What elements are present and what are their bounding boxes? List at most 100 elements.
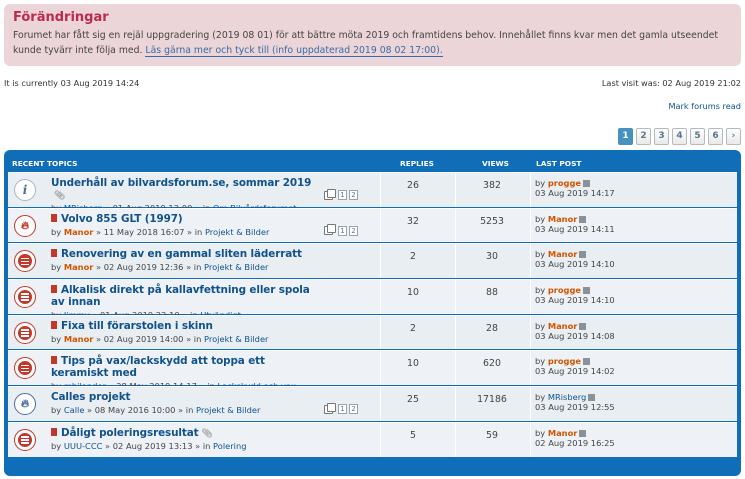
last-post-author-link[interactable]: Manor bbox=[548, 321, 578, 331]
topic-byline: by UUU-CCC » 02 Aug 2019 13:13 » in Pole… bbox=[51, 441, 316, 451]
goto-last-post-icon[interactable] bbox=[579, 322, 587, 330]
topic-author-link[interactable]: Calle bbox=[64, 405, 85, 415]
hot-topic-read-icon: 🔥︎ bbox=[14, 393, 36, 416]
topic-meta: » 02 Aug 2019 14:00 » in bbox=[93, 333, 204, 344]
last-post-info: by progge 03 Aug 2019 14:10 bbox=[535, 285, 615, 305]
recent-topics-table: RECENT TOPICS REPLIES VIEWS LAST POST i U… bbox=[4, 150, 741, 476]
new-post-icon bbox=[51, 213, 57, 222]
last-post-info: by MRisberg 03 Aug 2019 12:55 bbox=[535, 392, 615, 412]
topic-title[interactable]: Alkalisk direkt på kallavfettning eller … bbox=[51, 284, 316, 308]
topic-row: Tips på vax/lackskydd att toppa ett kera… bbox=[8, 350, 737, 391]
topic-title[interactable]: Fixa till förarstolen i skinn bbox=[51, 320, 316, 332]
last-post-author-link[interactable]: progge bbox=[548, 178, 581, 188]
topic-row: Fixa till förarstolen i skinn by Manor » … bbox=[8, 314, 737, 350]
last-post-author-link[interactable]: Manor bbox=[548, 428, 578, 438]
goto-last-post-icon[interactable] bbox=[583, 358, 591, 366]
replies-count: 25 bbox=[407, 394, 419, 406]
last-post-date: 03 Aug 2019 14:17 bbox=[535, 188, 615, 198]
topic-page-2-link[interactable]: 2 bbox=[349, 190, 358, 200]
replies-count: 26 bbox=[407, 180, 419, 191]
header-views[interactable]: VIEWS bbox=[482, 159, 509, 168]
page-5-button[interactable]: 5 bbox=[690, 128, 705, 145]
topic-title[interactable]: Renovering av en gammal sliten läderratt bbox=[51, 248, 316, 260]
page-6-button[interactable]: 6 bbox=[708, 128, 723, 145]
last-post-date: 02 Aug 2019 16:25 bbox=[535, 437, 615, 448]
goto-last-post-icon[interactable] bbox=[583, 180, 591, 187]
last-post-author-link[interactable]: Manor bbox=[548, 249, 578, 259]
page-2-button[interactable]: 2 bbox=[636, 128, 651, 145]
header-last-post[interactable]: LAST POST bbox=[536, 159, 581, 168]
last-post-by: by bbox=[535, 427, 546, 438]
last-post-info: by progge 03 Aug 2019 14:17 bbox=[535, 178, 615, 198]
topic-meta: » 02 Aug 2019 13:13 » in bbox=[102, 440, 214, 451]
unread-topic-icon bbox=[14, 428, 36, 451]
topic-info: Renovering av en gammal sliten läderratt… bbox=[51, 248, 316, 272]
byline-by: by bbox=[51, 262, 62, 273]
byline-by: by bbox=[51, 226, 62, 237]
views-count: 30 bbox=[486, 251, 498, 263]
new-post-icon bbox=[51, 356, 57, 365]
unread-topic-icon bbox=[14, 286, 36, 309]
topic-title-text[interactable]: Alkalisk direkt på kallavfettning eller … bbox=[51, 284, 310, 308]
next-page-button[interactable]: › bbox=[726, 128, 741, 145]
mark-forums-read-link[interactable]: Mark forums read bbox=[668, 101, 741, 111]
page-3-button[interactable]: 3 bbox=[654, 128, 669, 145]
topic-page-1-link[interactable]: 1 bbox=[338, 190, 347, 200]
goto-last-post-icon[interactable] bbox=[588, 394, 596, 402]
views-count: 28 bbox=[486, 322, 498, 334]
last-post-author-link[interactable]: progge bbox=[548, 285, 581, 295]
last-post-date: 03 Aug 2019 12:55 bbox=[535, 402, 615, 413]
topic-forum-link[interactable]: Projekt & Bilder bbox=[205, 227, 269, 237]
header-replies[interactable]: REPLIES bbox=[400, 159, 434, 168]
page-4-button[interactable]: 4 bbox=[672, 128, 687, 145]
last-post-author-link[interactable]: Manor bbox=[548, 214, 578, 224]
new-post-icon bbox=[51, 249, 57, 258]
topic-pages: 12 bbox=[324, 224, 358, 236]
new-post-icon bbox=[51, 320, 57, 329]
topic-forum-link[interactable]: Projekt & Bilder bbox=[204, 262, 268, 272]
topic-title-text[interactable]: Dåligt poleringsresultat bbox=[61, 427, 199, 439]
topic-forum-link[interactable]: Projekt & Bilder bbox=[196, 405, 260, 415]
topic-forum-link[interactable]: Polering bbox=[213, 441, 246, 451]
goto-last-post-icon[interactable] bbox=[579, 251, 587, 259]
header-topics: RECENT TOPICS bbox=[12, 159, 78, 168]
pagination: 1 2 3 4 5 6 › bbox=[618, 128, 741, 145]
page-1-button[interactable]: 1 bbox=[618, 128, 633, 145]
topic-page-1-link[interactable]: 1 bbox=[338, 225, 347, 236]
topic-page-1-link[interactable]: 1 bbox=[338, 404, 347, 415]
topic-title-text[interactable]: Fixa till förarstolen i skinn bbox=[61, 320, 213, 332]
topic-author-link[interactable]: Manor bbox=[64, 227, 94, 237]
topic-title[interactable]: Volvo 855 GLT (1997) bbox=[51, 213, 316, 225]
topic-author-link[interactable]: UUU-CCC bbox=[64, 441, 103, 451]
topic-title-text[interactable]: Underhåll av bilvardsforum.se, sommar 20… bbox=[51, 177, 311, 189]
topic-title-text[interactable]: Calles projekt bbox=[51, 391, 131, 403]
goto-last-post-icon[interactable] bbox=[583, 287, 591, 295]
topic-author-link[interactable]: Manor bbox=[64, 334, 94, 344]
topic-author-link[interactable]: Manor bbox=[64, 262, 94, 272]
topic-page-2-link[interactable]: 2 bbox=[349, 404, 358, 415]
last-post-info: by Manor 03 Aug 2019 14:08 bbox=[535, 321, 615, 341]
last-post-author-link[interactable]: progge bbox=[548, 356, 581, 366]
topic-title[interactable]: Dåligt poleringsresultat 📎︎ bbox=[51, 427, 316, 439]
topic-forum-link[interactable]: Projekt & Bilder bbox=[204, 334, 268, 344]
topic-title-text[interactable]: Volvo 855 GLT (1997) bbox=[61, 213, 183, 225]
last-post-date: 03 Aug 2019 14:10 bbox=[535, 259, 615, 270]
topic-title[interactable]: Tips på vax/lackskydd att toppa ett kera… bbox=[51, 355, 316, 379]
topic-meta: » 11 May 2018 16:07 » in bbox=[93, 226, 205, 237]
byline-by: by bbox=[51, 405, 62, 416]
announcement-link[interactable]: Läs gärna mer och tyck till (info uppdat… bbox=[145, 45, 443, 57]
last-post-info: by Manor 02 Aug 2019 16:25 bbox=[535, 428, 615, 448]
last-post-info: by progge 03 Aug 2019 14:02 bbox=[535, 356, 615, 376]
last-post-author-link[interactable]: MRisberg bbox=[548, 392, 586, 402]
topic-title[interactable]: Underhåll av bilvardsforum.se, sommar 20… bbox=[51, 177, 316, 201]
topic-page-2-link[interactable]: 2 bbox=[349, 225, 358, 236]
topic-row: 🔥︎ Volvo 855 GLT (1997) by Manor » 11 May … bbox=[8, 207, 737, 243]
goto-last-post-icon[interactable] bbox=[579, 215, 587, 223]
hot-topic-icon: 🔥︎ bbox=[14, 214, 36, 237]
topic-title[interactable]: Calles projekt bbox=[51, 391, 316, 403]
goto-last-post-icon[interactable] bbox=[579, 429, 587, 437]
topic-title-text[interactable]: Renovering av en gammal sliten läderratt bbox=[61, 248, 302, 260]
replies-count: 2 bbox=[410, 322, 416, 334]
views-count: 59 bbox=[486, 429, 498, 441]
topic-title-text[interactable]: Tips på vax/lackskydd att toppa ett kera… bbox=[51, 355, 265, 379]
